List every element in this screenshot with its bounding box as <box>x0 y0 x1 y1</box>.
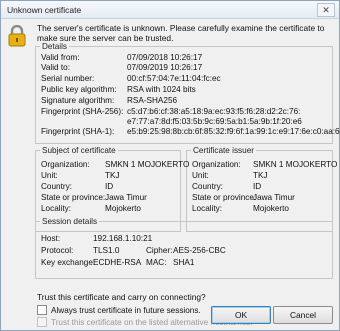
details-row-5-label: Fingerprint (SHA-256): <box>41 107 124 116</box>
trust-question: Trust this certificate and carry on conn… <box>37 292 206 302</box>
issuer-row-2-value: ID <box>253 182 262 191</box>
details-row-4-value: RSA-SHA256 <box>127 96 178 105</box>
details-row-0-value: 07/09/2018 10:26:17 <box>127 53 203 62</box>
window-title: Unknown certificate <box>7 5 82 15</box>
checkbox-box <box>37 317 47 327</box>
mac-value: SHA1 <box>173 258 195 267</box>
lock-icon <box>8 25 26 47</box>
session-legend: Session details <box>42 217 98 226</box>
mac-label: MAC: <box>146 258 167 267</box>
details-row-3-label: Public key algorithm: <box>41 85 117 94</box>
cipher-label: Cipher: <box>146 246 173 255</box>
subject-row-4-value: Mojokerto <box>105 204 141 213</box>
dialog-content: The server's certificate is unknown. Ple… <box>1 19 340 330</box>
details-row-5-value: c5:d7:b6:cf:38:a5:18:9a:ec:93:f5:f6:28:d… <box>127 107 301 116</box>
issuer-row-0-value: SMKN 1 MOJOKERTO <box>253 160 338 169</box>
subject-row-4-label: Locality: <box>41 204 72 213</box>
details-row-0-label: Valid from: <box>41 53 80 62</box>
issuer-row-0-label: Organization: <box>192 160 241 169</box>
issuer-row-3-value: Jawa Timur <box>253 193 295 202</box>
details-row-2-label: Serial number: <box>41 74 95 83</box>
subject-row-2-value: ID <box>105 182 114 191</box>
details-legend: Details <box>42 42 68 51</box>
always-trust-label: Always trust certificate in future sessi… <box>51 305 201 315</box>
issuer-row-2-label: Country: <box>192 182 223 191</box>
details-row-6-value: e5:b9:25:98:8b:cb:6f:85:32:f9:6f:1a:99:1… <box>127 127 340 136</box>
details-row-2-value: 00:cf:57:04:7e:11:04:fc:ec <box>127 74 221 83</box>
cipher-value: AES-256-CBC <box>173 246 226 255</box>
issuer-row-4-value: Mojokerto <box>253 204 289 213</box>
ok-button[interactable]: OK <box>211 306 271 324</box>
checkbox-box[interactable] <box>37 305 47 315</box>
issuer-row-4-label: Locality: <box>192 204 223 213</box>
subject-row-3-label: State or province: <box>41 193 106 202</box>
host-value: 192.168.1.10:21 <box>93 234 153 243</box>
protocol-label: Protocol: <box>41 246 74 255</box>
close-button[interactable]: ✕ <box>317 3 335 17</box>
key-exchange-value: ECDHE-RSA <box>93 258 142 267</box>
subject-row-0-value: SMKN 1 MOJOKERTO <box>105 160 190 169</box>
details-row-6-label: Fingerprint (SHA-1): <box>41 127 115 136</box>
host-label: Host: <box>41 234 61 243</box>
details-row-4-label: Signature algorithm: <box>41 96 115 105</box>
subject-legend: Subject of certificate <box>42 146 116 155</box>
details-row-3-value: RSA with 1024 bits <box>127 85 196 94</box>
title-bar: Unknown certificate ✕ <box>1 1 339 19</box>
details-row-1-label: Valid to: <box>41 63 70 72</box>
issuer-row-1-value: TKJ <box>253 171 268 180</box>
subject-row-1-value: TKJ <box>105 171 120 180</box>
issuer-legend: Certificate issuer <box>193 146 254 155</box>
protocol-value: TLS1.0 <box>93 246 120 255</box>
warning-message: The server's certificate is unknown. Ple… <box>37 23 325 43</box>
certificate-dialog: Unknown certificate ✕ The server's certi… <box>0 0 340 331</box>
subject-row-2-label: Country: <box>41 182 72 191</box>
subject-row-0-label: Organization: <box>41 160 90 169</box>
details-row-5-value-line2: e7:77:a7:8d:f5:03:5b:9c:69:5a:b1:5a:9b:1… <box>127 117 302 126</box>
subject-row-3-value: Jawa Timur <box>105 193 147 202</box>
issuer-row-1-label: Unit: <box>192 171 209 180</box>
always-trust-checkbox[interactable]: Always trust certificate in future sessi… <box>37 305 201 315</box>
issuer-row-3-label: State or province: <box>192 193 257 202</box>
subject-row-1-label: Unit: <box>41 171 58 180</box>
cancel-button[interactable]: Cancel <box>273 306 333 324</box>
key-exchange-label: Key exchange: <box>41 258 96 267</box>
details-row-1-value: 07/09/2019 10:26:17 <box>127 63 203 72</box>
